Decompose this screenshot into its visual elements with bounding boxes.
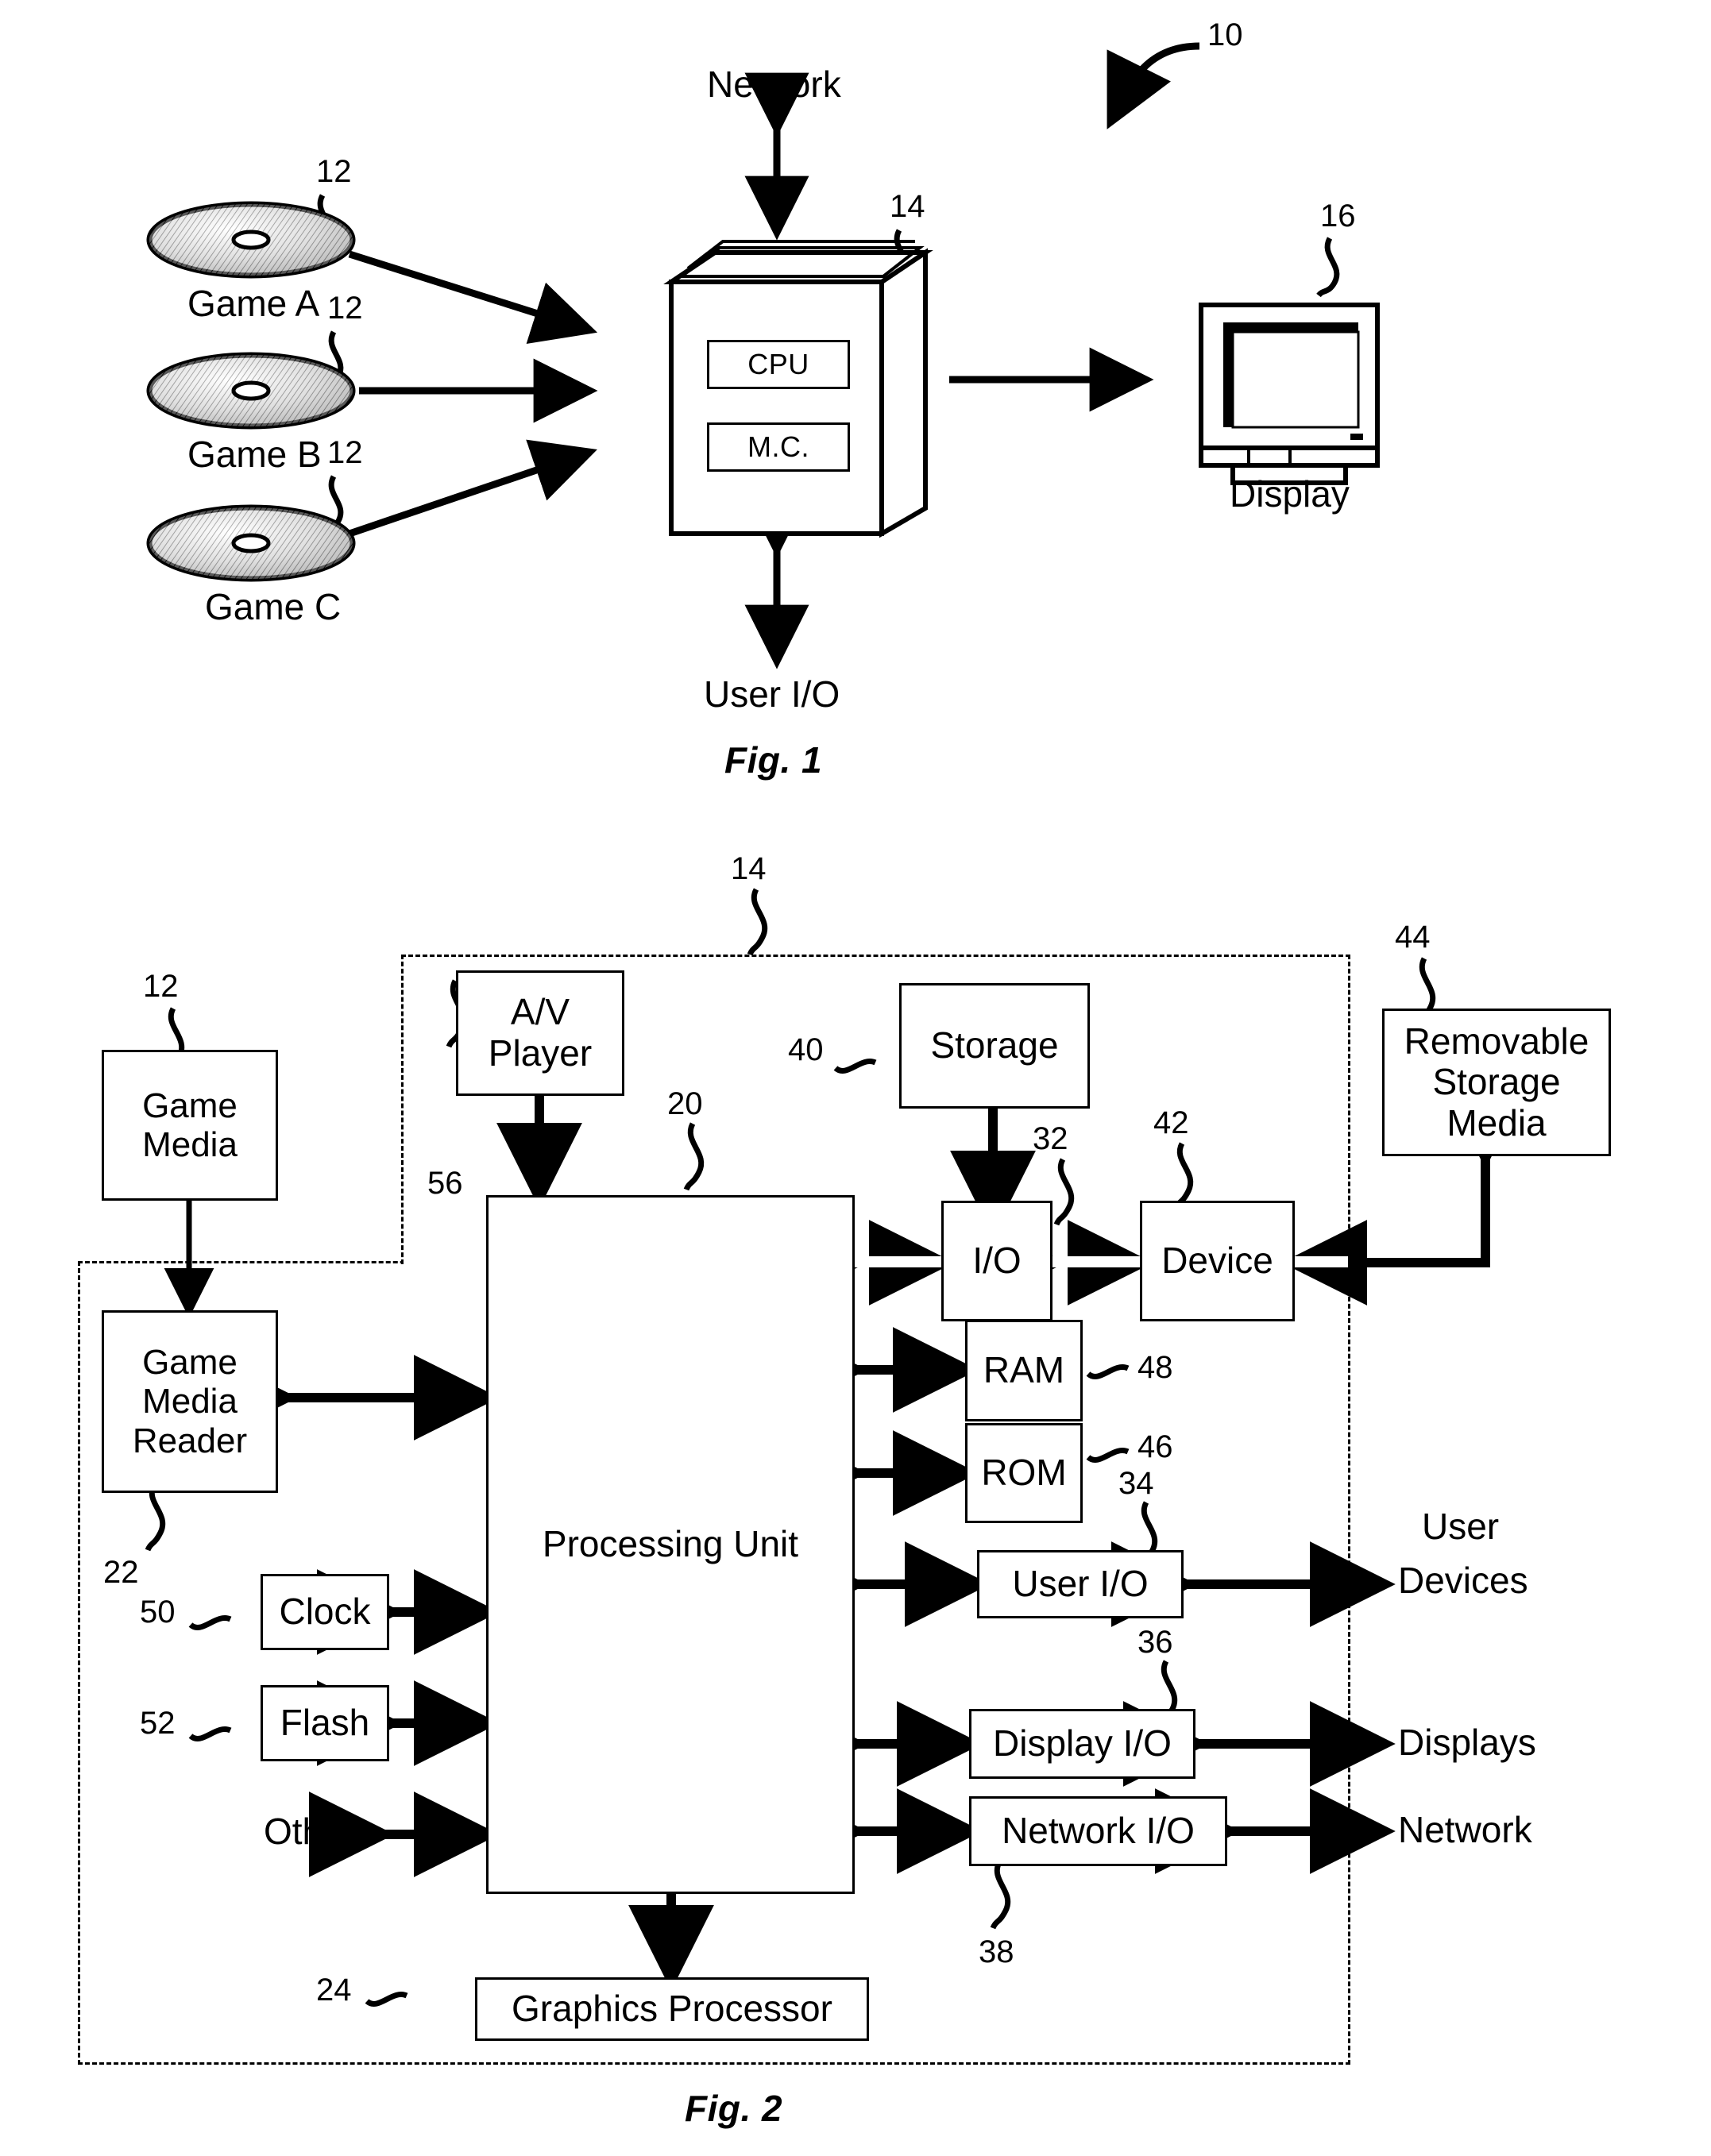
fig2-ram-box: RAM <box>965 1320 1083 1421</box>
rsm-line3: Media <box>1446 1101 1547 1144</box>
user-io-label: User I/O <box>1012 1563 1149 1605</box>
clock-label: Clock <box>279 1591 371 1633</box>
reader-line2: Media <box>142 1382 238 1421</box>
reader-line3: Reader <box>132 1421 248 1460</box>
fig1-disc-c-label: Game C <box>205 586 342 627</box>
fig2-rom-box: ROM <box>965 1423 1083 1523</box>
device-label: Device <box>1161 1240 1273 1282</box>
fig2-user-io-box: User I/O <box>977 1550 1184 1618</box>
fig2-ref-38: 38 <box>979 1934 1014 1969</box>
fig2-displays-label: Displays <box>1398 1722 1536 1763</box>
ram-label: RAM <box>983 1349 1065 1391</box>
fig2-ref-40: 40 <box>788 1032 824 1067</box>
network-io-label: Network I/O <box>1002 1810 1195 1852</box>
fig2-game-media-box: Game Media <box>102 1050 278 1201</box>
fig1-caption: Fig. 1 <box>724 739 823 781</box>
fig1-ref-14-console: 14 <box>890 189 925 224</box>
fig1-display-label: Display <box>1230 473 1350 515</box>
fig2-ref-56: 56 <box>427 1166 463 1201</box>
fig1-user-io-label: User I/O <box>704 673 840 715</box>
av-line1: A/V <box>510 991 570 1033</box>
fig2-network-label: Network <box>1398 1809 1532 1850</box>
fig1-ref-12-b: 12 <box>327 291 363 326</box>
fig1-mc-chip: M.C. <box>707 422 850 472</box>
fig2-ref-42: 42 <box>1153 1105 1189 1140</box>
rom-label: ROM <box>981 1452 1067 1494</box>
fig2-ref-22: 22 <box>103 1555 139 1590</box>
fig2-clock-box: Clock <box>261 1574 389 1650</box>
fig2-ref-24: 24 <box>316 1973 352 2008</box>
patent-drawing-sheet: Network User I/O Display CPU M.C. Game A… <box>0 0 1711 2156</box>
fig2-processing-unit-box: Processing Unit <box>486 1195 855 1894</box>
fig2-ref-12: 12 <box>143 969 179 1004</box>
fig2-display-io-box: Display I/O <box>969 1709 1195 1779</box>
fig1-network-label: Network <box>707 64 841 105</box>
fig2-device-box: Device <box>1140 1201 1295 1321</box>
fig2-av-player-box: A/V Player <box>456 970 624 1096</box>
fig2-user-devices-line2: Devices <box>1398 1560 1528 1601</box>
processing-unit-label: Processing Unit <box>542 1523 799 1565</box>
fig2-ref-36: 36 <box>1137 1625 1173 1660</box>
fig2-graphics-processor-box: Graphics Processor <box>475 1977 869 2041</box>
fig2-ref-52: 52 <box>140 1706 176 1741</box>
rsm-line2: Storage <box>1432 1061 1561 1103</box>
fig2-game-media-reader-box: Game Media Reader <box>102 1310 278 1493</box>
av-line2: Player <box>488 1032 593 1074</box>
fig2-removable-storage-media-box: Removable Storage Media <box>1382 1009 1611 1156</box>
fig2-io-box: I/O <box>941 1201 1052 1321</box>
fig1-ref-12-a: 12 <box>316 154 352 189</box>
reader-line1: Game <box>142 1343 238 1383</box>
storage-label: Storage <box>930 1024 1059 1066</box>
rsm-line1: Removable <box>1404 1020 1589 1062</box>
fig1-disc-b-label: Game B <box>187 434 322 475</box>
fig1-ref-10-system: 10 <box>1207 17 1243 52</box>
fig2-ref-46: 46 <box>1137 1429 1173 1464</box>
game-media-line2: Media <box>142 1125 238 1164</box>
fig1-ref-12-c: 12 <box>327 435 363 470</box>
fig1-disc-a-label: Game A <box>187 283 320 324</box>
io-label: I/O <box>972 1240 1022 1282</box>
fig2-other-label: Other <box>264 1811 356 1852</box>
fig2-ref-48: 48 <box>1137 1350 1173 1385</box>
fig2-ref-32: 32 <box>1033 1121 1068 1156</box>
fig1-cpu-chip: CPU <box>707 340 850 389</box>
fig2-ref-14: 14 <box>731 851 767 886</box>
fig2-network-io-box: Network I/O <box>969 1796 1227 1866</box>
display-io-label: Display I/O <box>993 1722 1172 1765</box>
flash-label: Flash <box>280 1702 370 1744</box>
fig1-ref-16-display: 16 <box>1320 199 1356 233</box>
graphics-processor-label: Graphics Processor <box>512 1988 832 2030</box>
fig2-ref-20: 20 <box>667 1086 703 1121</box>
fig2-storage-box: Storage <box>899 983 1090 1109</box>
fig2-ref-44: 44 <box>1395 920 1431 955</box>
fig2-ref-34: 34 <box>1118 1466 1154 1501</box>
fig2-caption: Fig. 2 <box>685 2088 783 2129</box>
fig2-flash-box: Flash <box>261 1685 389 1761</box>
fig2-ref-50: 50 <box>140 1595 176 1630</box>
fig2-user-devices-line1: User <box>1422 1506 1500 1547</box>
game-media-line1: Game <box>142 1086 238 1125</box>
